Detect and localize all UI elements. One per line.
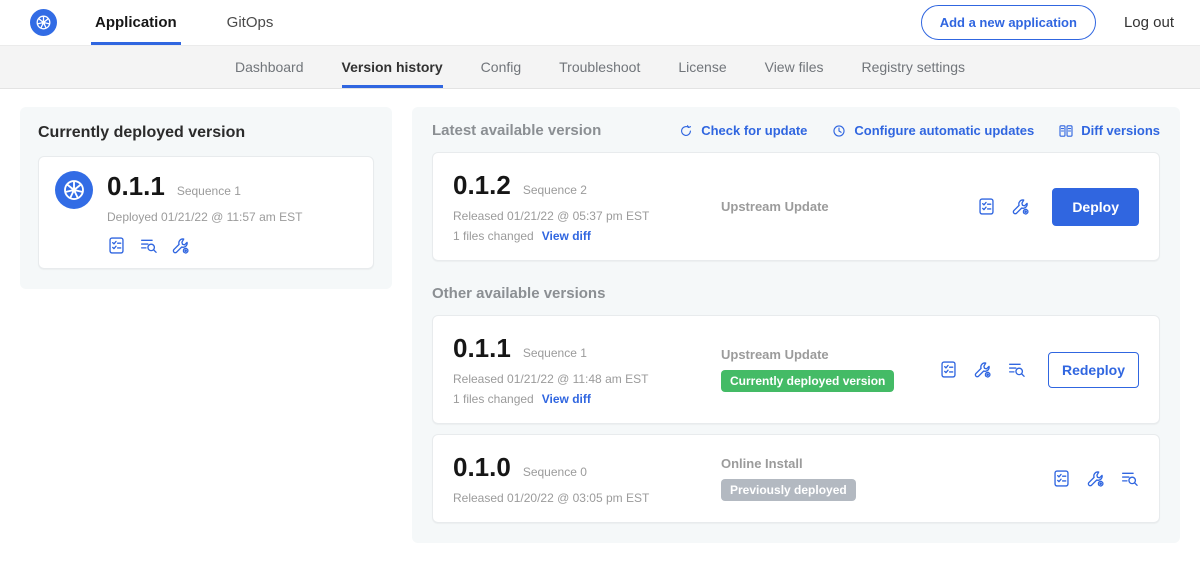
version-source: Upstream Update [721,199,977,214]
deployed-info: 0.1.1 Sequence 1 Deployed 01/21/22 @ 11:… [107,171,302,255]
other-versions-heading: Other available versions [432,285,1160,302]
subnav-label: Config [481,59,521,75]
view-diff-link[interactable]: View diff [542,392,591,406]
version-number: 0.1.2 [453,170,511,201]
diff-versions-button[interactable]: Diff versions [1058,123,1160,139]
subnav-item-version-history[interactable]: Version history [342,46,443,88]
app-logo-icon [55,171,93,209]
logout-link[interactable]: Log out [1124,14,1174,31]
latest-version-heading: Latest available version [432,122,601,139]
tab-application[interactable]: Application [91,0,181,45]
release-notes-icon[interactable] [1052,469,1071,488]
version-sequence: Sequence 0 [523,465,587,479]
top-nav-bar: Application GitOps Add a new application… [0,0,1200,46]
refresh-icon [678,123,694,139]
configure-automatic-updates-button[interactable]: Configure automatic updates [831,123,1034,139]
subnav-item-registry-settings[interactable]: Registry settings [862,46,965,88]
redeploy-button[interactable]: Redeploy [1048,352,1139,388]
add-application-button[interactable]: Add a new application [921,5,1096,40]
subnav-label: License [678,59,726,75]
view-diff-link[interactable]: View diff [542,229,591,243]
configure-automatic-updates-label: Configure automatic updates [854,123,1034,138]
version-toolbar: Check for update Configure automatic upd… [678,123,1160,139]
version-actions: Redeploy [939,352,1139,388]
version-number: 0.1.1 [453,333,511,364]
version-released: Released 01/20/22 @ 03:05 pm EST [453,491,721,505]
edit-config-icon[interactable] [1011,197,1030,216]
subnav-item-license[interactable]: License [678,46,726,88]
app-subnav: Dashboard Version history Config Trouble… [0,46,1200,89]
version-released: Released 01/21/22 @ 05:37 pm EST [453,209,721,223]
subnav-label: Version history [342,59,443,75]
version-info: 0.1.1 Sequence 1 Released 01/21/22 @ 11:… [453,333,721,406]
deployed-panel-title: Currently deployed version [38,124,374,142]
version-card-0-1-0: 0.1.0 Sequence 0 Released 01/20/22 @ 03:… [432,434,1160,523]
version-sequence: Sequence 2 [523,183,587,197]
tab-application-label: Application [95,14,177,31]
version-sequence: Sequence 1 [523,346,587,360]
kubernetes-logo-icon [30,9,57,36]
version-released: Released 01/21/22 @ 11:48 am EST [453,372,721,386]
subnav-item-troubleshoot[interactable]: Troubleshoot [559,46,640,88]
subnav-item-dashboard[interactable]: Dashboard [235,46,304,88]
edit-config-icon[interactable] [973,360,992,379]
version-history-panel: Latest available version Check for updat… [412,107,1180,543]
deploy-button[interactable]: Deploy [1052,188,1139,226]
release-notes-icon[interactable] [977,197,996,216]
subnav-item-config[interactable]: Config [481,46,521,88]
view-files-icon[interactable] [1007,360,1026,379]
deployed-actions [107,236,302,255]
deployed-sequence: Sequence 1 [177,184,241,198]
edit-config-icon[interactable] [1086,469,1105,488]
subnav-item-view-files[interactable]: View files [765,46,824,88]
schedule-icon [831,123,847,139]
version-source-block: Upstream Update Currently deployed versi… [721,347,939,392]
version-info: 0.1.0 Sequence 0 Released 01/20/22 @ 03:… [453,452,721,505]
version-source: Online Install [721,456,1052,471]
version-source-block: Online Install Previously deployed [721,456,1052,501]
currently-deployed-badge: Currently deployed version [721,370,894,392]
version-source-block: Upstream Update [721,199,977,214]
release-notes-icon[interactable] [939,360,958,379]
version-number: 0.1.0 [453,452,511,483]
diff-versions-label: Diff versions [1081,123,1160,138]
version-info: 0.1.2 Sequence 2 Released 01/21/22 @ 05:… [453,170,721,243]
tab-gitops-label: GitOps [227,14,274,31]
tab-gitops[interactable]: GitOps [223,0,278,45]
version-card-0-1-1: 0.1.1 Sequence 1 Released 01/21/22 @ 11:… [432,315,1160,424]
deployed-timestamp: Deployed 01/21/22 @ 11:57 am EST [107,210,302,224]
top-tabs: Application GitOps [91,0,319,45]
currently-deployed-panel: Currently deployed version 0.1.1 Sequenc… [20,107,392,289]
subnav-label: Dashboard [235,59,304,75]
check-for-update-label: Check for update [701,123,807,138]
previously-deployed-badge: Previously deployed [721,479,856,501]
subnav-label: View files [765,59,824,75]
subnav-label: Registry settings [862,59,965,75]
latest-version-header: Latest available version Check for updat… [432,122,1160,139]
topbar-right: Add a new application Log out [921,0,1174,45]
deployed-version-number: 0.1.1 [107,171,165,202]
version-actions: Deploy [977,188,1139,226]
view-files-icon[interactable] [139,236,158,255]
version-actions [1052,469,1139,488]
deployed-card-body: 0.1.1 Sequence 1 Deployed 01/21/22 @ 11:… [55,171,357,255]
deployed-version-card: 0.1.1 Sequence 1 Deployed 01/21/22 @ 11:… [38,156,374,269]
diff-icon [1058,123,1074,139]
check-for-update-button[interactable]: Check for update [678,123,807,139]
version-source: Upstream Update [721,347,939,362]
subnav-label: Troubleshoot [559,59,640,75]
files-changed: 1 files changed [453,229,534,243]
release-notes-icon[interactable] [107,236,126,255]
view-files-icon[interactable] [1120,469,1139,488]
files-changed: 1 files changed [453,392,534,406]
main-content: Currently deployed version 0.1.1 Sequenc… [0,89,1200,561]
version-card-latest: 0.1.2 Sequence 2 Released 01/21/22 @ 05:… [432,152,1160,261]
edit-config-icon[interactable] [171,236,190,255]
